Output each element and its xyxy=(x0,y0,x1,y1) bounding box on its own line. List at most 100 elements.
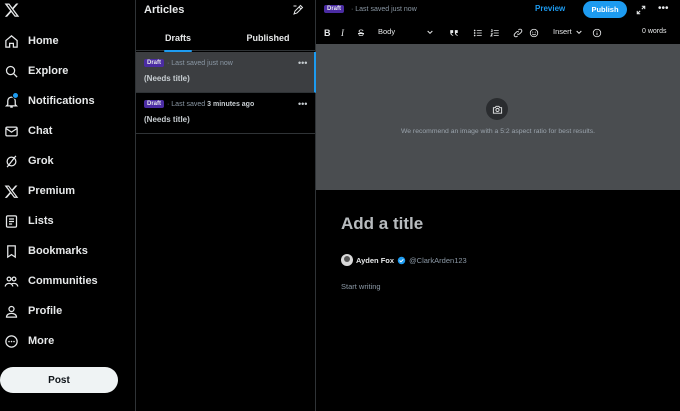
nav-lists-label: Lists xyxy=(28,215,54,227)
home-icon xyxy=(5,34,18,48)
numbered-list-icon xyxy=(490,29,499,37)
nav-notifications-label: Notifications xyxy=(28,95,95,107)
text-style-select[interactable]: Body xyxy=(378,27,434,36)
draft-meta: Draft · Last saved 3 minutes ago xyxy=(144,100,254,108)
nav-more-label: More xyxy=(28,335,55,347)
author-handle: @ClarkArden123 xyxy=(409,255,467,265)
draft-meta: Draft · Last saved just now xyxy=(144,59,233,67)
cover-hint-text: We recommend an image with a 5:2 aspect … xyxy=(400,128,596,135)
draft-title: (Needs title) xyxy=(144,115,190,124)
compose-icon[interactable] xyxy=(292,4,304,16)
more-options-icon[interactable]: ••• xyxy=(658,3,669,14)
articles-title: Articles xyxy=(144,4,185,16)
status-badge: Draft xyxy=(324,5,345,13)
nav-home[interactable]: Home xyxy=(4,30,59,52)
author-line: Ayden Fox @ClarkArden123 xyxy=(341,254,467,266)
tab-published-label: Published xyxy=(246,32,290,43)
x-logo-icon xyxy=(4,184,19,198)
article-body-input[interactable]: Start writing xyxy=(341,282,381,291)
nav-lists[interactable]: Lists xyxy=(4,210,54,232)
link-button[interactable] xyxy=(513,26,523,40)
left-navigation: Home Explore Notifications Chat Grok Pre… xyxy=(0,0,136,411)
grok-icon xyxy=(6,154,17,168)
emoji-icon xyxy=(529,28,539,38)
verified-badge-icon xyxy=(397,256,406,264)
x-logo-icon[interactable] xyxy=(4,2,20,18)
nav-premium-label: Premium xyxy=(28,185,76,197)
bullet-list-icon xyxy=(473,29,482,37)
tab-published[interactable]: Published xyxy=(224,24,312,51)
articles-panel: Articles Drafts Published Draft · Last s… xyxy=(136,0,316,411)
insert-dropdown[interactable]: Insert xyxy=(553,27,583,36)
format-toolbar: B I S Body Insert 0 words xyxy=(316,22,680,44)
nav-home-label: Home xyxy=(28,35,59,47)
italic-button[interactable]: I xyxy=(341,26,344,40)
draft-title: (Needs title) xyxy=(144,74,190,83)
expand-icon[interactable] xyxy=(636,5,646,15)
info-icon xyxy=(592,28,602,38)
draft-saved-prefix: · Last saved xyxy=(167,59,206,67)
insert-label: Insert xyxy=(553,27,572,36)
more-circle-icon xyxy=(5,334,18,348)
publish-button[interactable]: Publish xyxy=(583,1,627,18)
communities-icon xyxy=(4,276,19,287)
chevron-down-icon xyxy=(427,30,433,34)
nav-premium[interactable]: Premium xyxy=(4,180,75,202)
chevron-down-icon xyxy=(576,30,582,34)
nav-grok[interactable]: Grok xyxy=(4,150,54,172)
draft-badge: Draft xyxy=(144,59,165,67)
preview-button[interactable]: Preview xyxy=(535,4,565,13)
nav-more[interactable]: More xyxy=(4,330,54,352)
search-icon xyxy=(5,65,18,78)
text-style-value: Body xyxy=(378,27,396,36)
draft-more-icon[interactable]: ••• xyxy=(298,99,307,109)
draft-saved-time: 3 minutes ago xyxy=(207,100,255,108)
bullet-list-button[interactable] xyxy=(473,26,483,40)
nav-grok-label: Grok xyxy=(28,155,54,167)
nav-explore-label: Explore xyxy=(28,65,69,77)
draft-saved-prefix: · Last saved xyxy=(167,100,206,108)
numbered-list-button[interactable] xyxy=(490,26,500,40)
cover-image-area[interactable]: We recommend an image with a 5:2 aspect … xyxy=(316,44,680,190)
nav-bookmarks-label: Bookmarks xyxy=(28,245,88,257)
bold-button[interactable]: B xyxy=(324,26,331,40)
nav-explore[interactable]: Explore xyxy=(4,60,68,82)
nav-chat[interactable]: Chat xyxy=(4,120,52,142)
draft-item[interactable]: Draft · Last saved just now (Needs title… xyxy=(136,52,316,93)
nav-profile[interactable]: Profile xyxy=(4,300,62,322)
nav-communities[interactable]: Communities xyxy=(4,270,98,292)
nav-bookmarks[interactable]: Bookmarks xyxy=(4,240,88,262)
tab-drafts-label: Drafts xyxy=(164,32,191,43)
person-icon xyxy=(5,305,18,318)
link-icon xyxy=(513,28,523,38)
draft-item[interactable]: Draft · Last saved 3 minutes ago (Needs … xyxy=(136,93,316,134)
draft-badge: Draft xyxy=(144,100,165,108)
post-button[interactable]: Post xyxy=(0,367,118,393)
avatar xyxy=(341,254,353,266)
articles-tabs: Drafts Published xyxy=(136,24,316,52)
info-button[interactable] xyxy=(592,26,602,40)
notification-dot xyxy=(12,92,19,99)
article-title-input[interactable]: Add a title xyxy=(341,214,423,234)
add-cover-photo-button[interactable] xyxy=(486,98,508,120)
camera-plus-icon xyxy=(492,105,502,114)
nav-communities-label: Communities xyxy=(28,275,98,287)
quote-icon xyxy=(450,30,458,36)
list-icon xyxy=(5,214,18,228)
bookmark-icon xyxy=(7,244,16,258)
mail-icon xyxy=(5,126,18,136)
draft-saved-time: just now xyxy=(207,59,233,67)
word-count: 0 words xyxy=(642,28,667,35)
editor-topbar: Draft · Last saved just now Preview Publ… xyxy=(316,0,680,20)
tab-drafts[interactable]: Drafts xyxy=(136,24,220,52)
article-editor: Draft · Last saved just now Preview Publ… xyxy=(316,0,680,411)
nav-chat-label: Chat xyxy=(28,125,53,137)
emoji-button[interactable] xyxy=(529,26,539,40)
nav-notifications[interactable]: Notifications xyxy=(4,90,95,112)
nav-profile-label: Profile xyxy=(28,305,63,317)
quote-button[interactable] xyxy=(449,26,459,40)
draft-more-icon[interactable]: ••• xyxy=(298,58,307,68)
author-name: Ayden Fox xyxy=(356,255,395,265)
save-status: · Last saved just now xyxy=(351,6,417,13)
strikethrough-button[interactable]: S xyxy=(358,26,364,40)
